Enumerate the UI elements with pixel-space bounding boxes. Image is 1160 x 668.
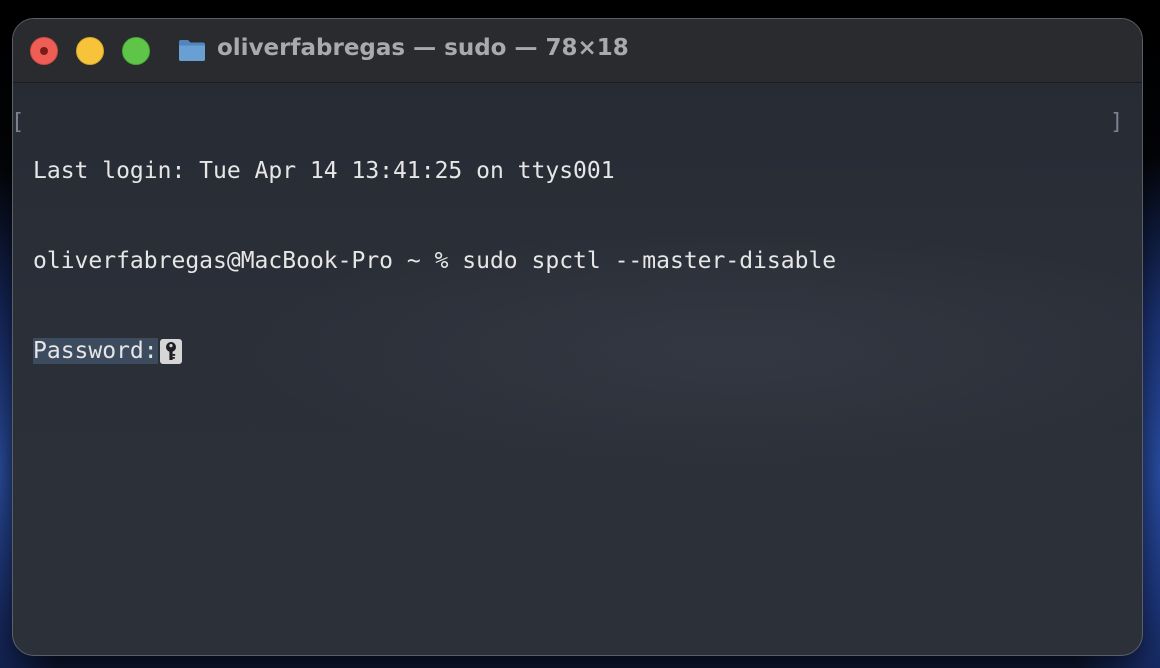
title-bar[interactable]: oliverfabregas — sudo — 78×18 <box>13 19 1142 83</box>
close-button[interactable] <box>30 37 58 65</box>
terminal-output[interactable]: Last login: Tue Apr 14 13:41:25 on ttys0… <box>33 96 836 426</box>
line-mark-right: ] <box>1110 110 1124 135</box>
line-mark-left: [ <box>11 110 25 135</box>
last-login-line: Last login: Tue Apr 14 13:41:25 on ttys0… <box>33 158 615 184</box>
terminal-window[interactable]: oliverfabregas — sudo — 78×18 Last login… <box>12 18 1143 656</box>
password-prompt: Password: <box>33 338 158 364</box>
password-line[interactable]: Password: <box>33 336 836 366</box>
folder-icon <box>178 38 206 62</box>
command-line: oliverfabregas@MacBook-Pro ~ % sudo spct… <box>33 248 837 274</box>
minimize-button[interactable] <box>76 37 104 65</box>
key-icon <box>159 339 182 364</box>
window-title: oliverfabregas — sudo — 78×18 <box>217 35 629 61</box>
maximize-button[interactable] <box>122 37 150 65</box>
